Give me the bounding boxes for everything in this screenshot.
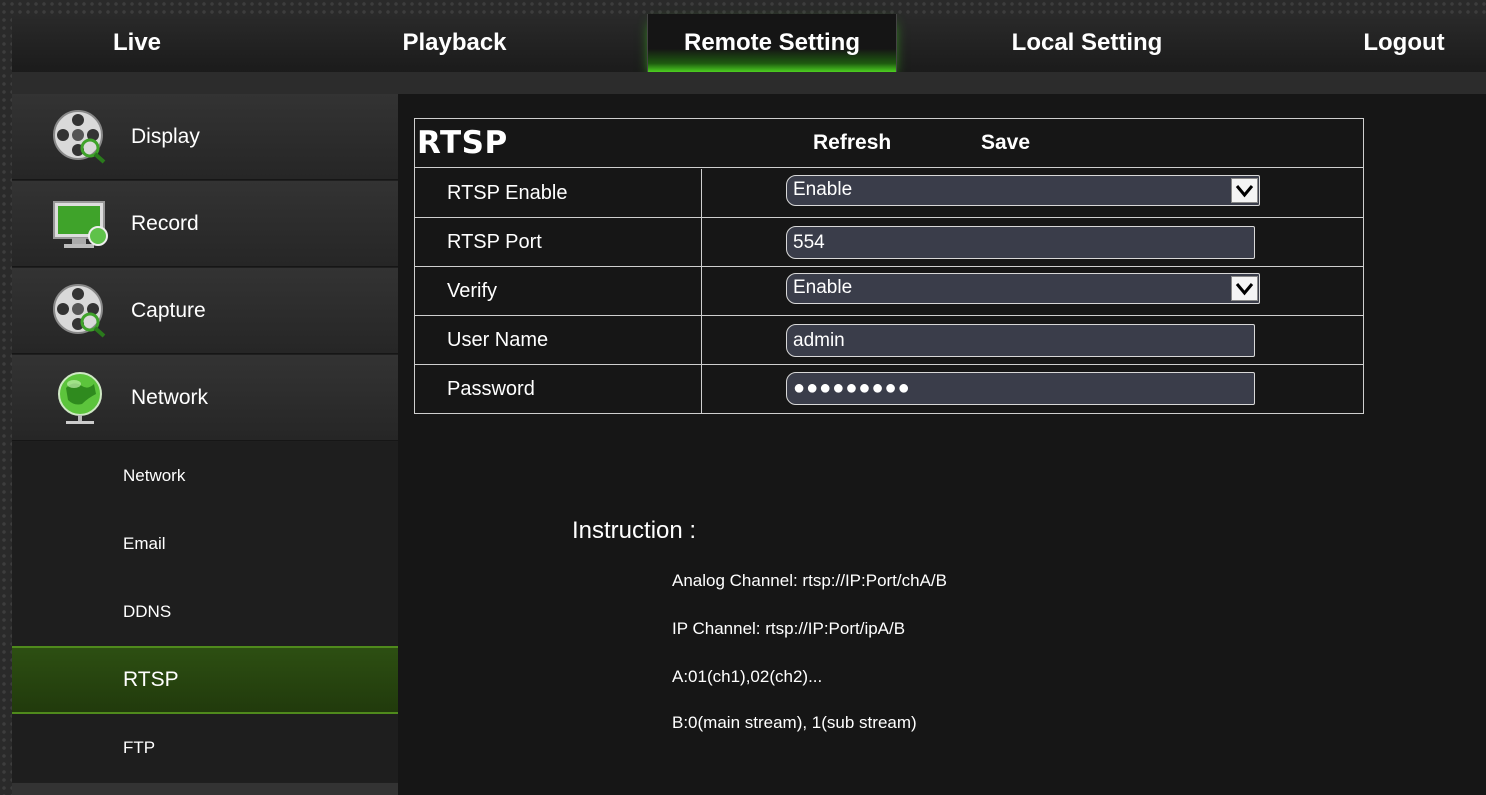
tab-logout[interactable]: Logout: [1342, 14, 1466, 72]
sidebar-next-item-edge: [12, 783, 398, 795]
verify-select[interactable]: Enable: [786, 273, 1260, 304]
sidebar-subitem-ftp[interactable]: FTP: [12, 714, 398, 782]
monitor-icon: [52, 196, 108, 252]
rtsp-port-input[interactable]: 554: [786, 226, 1255, 259]
sidebar-item-label: Display: [131, 125, 200, 148]
tab-live[interactable]: Live: [67, 14, 207, 72]
tab-local-setting[interactable]: Local Setting: [992, 14, 1182, 72]
sidebar: Display Record Capture Network Network E…: [12, 94, 398, 795]
setting-label: RTSP Port: [447, 231, 542, 253]
main-content: RTSP Refresh Save RTSP Enable Enable RTS…: [398, 94, 1486, 795]
panel-header: RTSP Refresh Save: [415, 119, 1363, 168]
instruction-title: Instruction :: [572, 517, 697, 544]
refresh-button[interactable]: Refresh: [813, 131, 891, 155]
panel-title: RTSP: [417, 125, 508, 161]
instruction-line: IP Channel: rtsp://IP:Port/ipA/B: [672, 619, 906, 638]
setting-row-user-name: User Name admin: [415, 316, 1363, 365]
setting-row-verify: Verify Enable: [415, 267, 1363, 316]
nav-underbar: [12, 72, 1486, 94]
sidebar-item-label: Capture: [131, 299, 206, 322]
save-button[interactable]: Save: [981, 131, 1030, 155]
film-reel-magnifier-icon: [52, 109, 108, 165]
tab-playback[interactable]: Playback: [382, 14, 527, 72]
rtsp-settings-panel: RTSP Refresh Save RTSP Enable Enable RTS…: [414, 118, 1364, 414]
instruction-line: B:0(main stream), 1(sub stream): [672, 713, 917, 732]
instruction-line: A:01(ch1),02(ch2)...: [672, 667, 823, 686]
setting-row-password: Password ●●●●●●●●●: [415, 365, 1363, 414]
password-input[interactable]: ●●●●●●●●●: [786, 372, 1255, 405]
select-value: Enable: [793, 277, 853, 298]
sidebar-item-display[interactable]: Display: [12, 94, 398, 180]
sidebar-item-label: Record: [131, 212, 199, 235]
sidebar-item-record[interactable]: Record: [12, 181, 398, 267]
sidebar-subitem-label: DDNS: [123, 602, 172, 621]
sidebar-subitem-network[interactable]: Network: [12, 442, 398, 510]
sidebar-subitem-label: FTP: [123, 738, 156, 757]
sidebar-subitem-ddns[interactable]: DDNS: [12, 578, 398, 646]
sidebar-item-capture[interactable]: Capture: [12, 268, 398, 354]
sidebar-item-network[interactable]: Network: [12, 355, 398, 441]
sidebar-item-label: Network: [131, 386, 209, 409]
user-name-input[interactable]: admin: [786, 324, 1255, 357]
setting-label: User Name: [447, 329, 549, 351]
top-navigation: Live Playback Remote Setting Local Setti…: [12, 14, 1486, 72]
sidebar-subitem-label: RTSP: [123, 668, 179, 691]
setting-label: Password: [447, 378, 535, 400]
select-value: Enable: [793, 179, 853, 200]
rtsp-enable-select[interactable]: Enable: [786, 175, 1260, 206]
sidebar-subitem-rtsp[interactable]: RTSP: [12, 646, 398, 714]
setting-label: RTSP Enable: [447, 182, 568, 204]
globe-icon: [52, 370, 108, 426]
sidebar-subitem-label: Email: [123, 534, 166, 553]
setting-row-rtsp-enable: RTSP Enable Enable: [415, 169, 1363, 218]
instruction-line: Analog Channel: rtsp://IP:Port/chA/B: [672, 571, 947, 590]
sidebar-subitem-label: Network: [123, 466, 186, 485]
chevron-down-icon[interactable]: [1231, 178, 1258, 203]
chevron-down-icon[interactable]: [1231, 276, 1258, 301]
sidebar-subitem-email[interactable]: Email: [12, 510, 398, 578]
tab-remote-setting[interactable]: Remote Setting: [647, 14, 897, 72]
setting-row-rtsp-port: RTSP Port 554: [415, 218, 1363, 267]
setting-label: Verify: [447, 280, 498, 302]
film-reel-magnifier-icon: [52, 283, 108, 339]
